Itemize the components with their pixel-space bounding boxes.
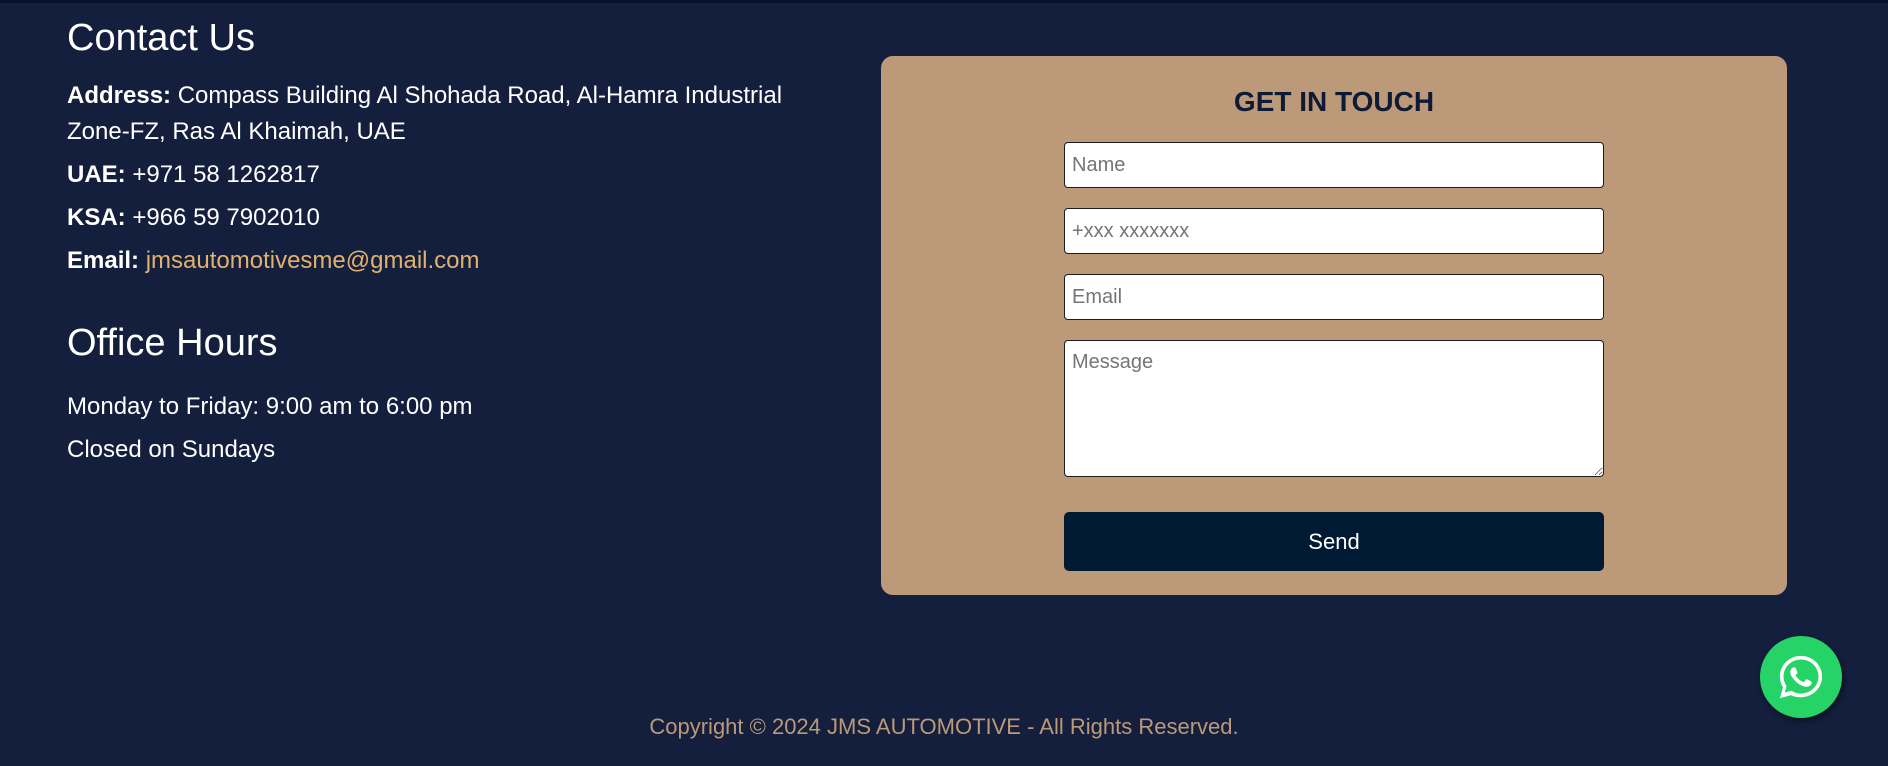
phone-input[interactable] xyxy=(1064,208,1604,254)
contact-section: Contact Us Address: Compass Building Al … xyxy=(67,14,827,468)
address-line: Address: Compass Building Al Shohada Roa… xyxy=(67,78,827,150)
uae-phone-value: +971 58 1262817 xyxy=(125,161,320,188)
top-divider xyxy=(0,0,1888,3)
name-input[interactable] xyxy=(1064,142,1604,188)
hours-closed: Closed on Sundays xyxy=(67,436,276,463)
office-hours-title: Office Hours xyxy=(67,322,278,364)
contact-form-card: GET IN TOUCH Send xyxy=(881,56,1787,595)
uae-phone-line: UAE: +971 58 1262817 xyxy=(67,157,827,193)
email-link[interactable]: jmsautomotivesme@gmail.com xyxy=(146,247,480,274)
email-line: Email: jmsautomotivesme@gmail.com xyxy=(67,243,827,279)
message-textarea[interactable] xyxy=(1064,340,1604,477)
hours-weekdays: Monday to Friday: 9:00 am to 6:00 pm xyxy=(67,393,473,420)
email-input[interactable] xyxy=(1064,274,1604,320)
address-label: Address: xyxy=(67,82,172,109)
copyright-text: Copyright © 2024 JMS AUTOMOTIVE - All Ri… xyxy=(649,714,1239,739)
ksa-label: KSA: xyxy=(67,204,126,231)
whatsapp-button[interactable] xyxy=(1760,636,1842,718)
address-value: Compass Building Al Shohada Road, Al-Ham… xyxy=(67,82,783,145)
form-title: GET IN TOUCH xyxy=(1233,86,1435,117)
ksa-phone-value: +966 59 7902010 xyxy=(125,204,320,231)
send-button[interactable]: Send xyxy=(1064,512,1604,571)
ksa-phone-line: KSA: +966 59 7902010 xyxy=(67,200,827,236)
contact-title: Contact Us xyxy=(67,17,255,59)
uae-label: UAE: xyxy=(67,161,126,188)
whatsapp-icon xyxy=(1779,655,1823,699)
email-label: Email: xyxy=(67,247,140,274)
